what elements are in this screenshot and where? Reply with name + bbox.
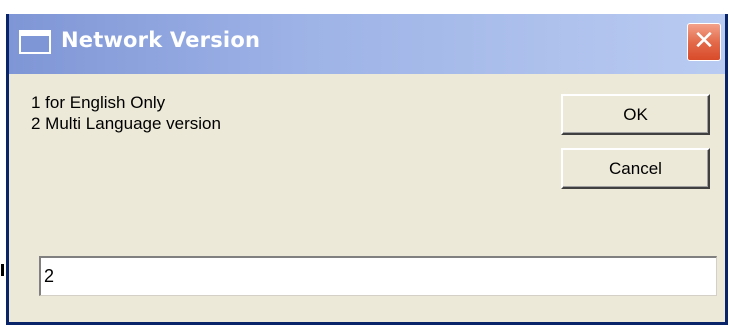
edge-mark <box>1 264 4 276</box>
ok-button[interactable]: OK <box>561 94 710 135</box>
window-title: Network Version <box>61 28 261 52</box>
prompt-line-2: 2 Multi Language version <box>31 114 221 133</box>
prompt-line-1: 1 for English Only <box>31 93 166 112</box>
prompt-message: 1 for English Only 2 Multi Language vers… <box>31 92 221 134</box>
title-bar[interactable]: Network Version ✕ <box>9 14 725 74</box>
close-button[interactable]: ✕ <box>687 23 721 61</box>
cancel-button[interactable]: Cancel <box>561 148 710 189</box>
version-input[interactable] <box>39 256 717 296</box>
window-icon <box>19 30 51 54</box>
dialog-window: Network Version ✕ 1 for English Only 2 M… <box>6 14 728 325</box>
close-icon: ✕ <box>693 26 715 56</box>
